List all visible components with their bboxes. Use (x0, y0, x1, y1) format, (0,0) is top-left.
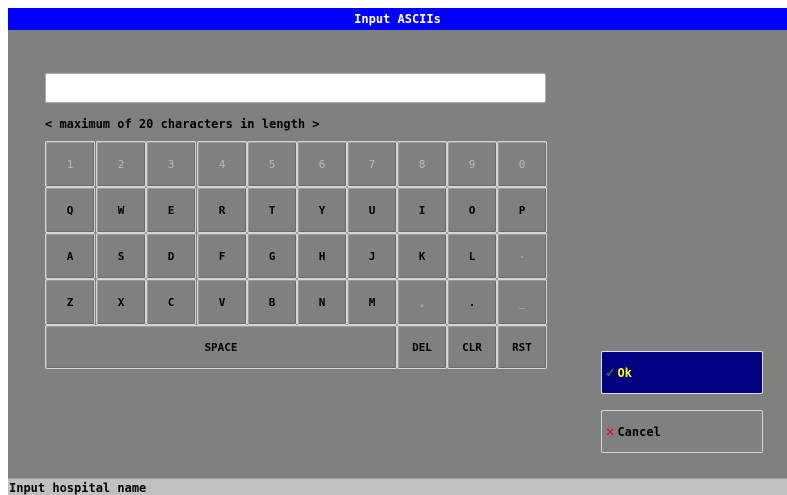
status-bar: Input hospital name (8, 478, 787, 495)
rst-key[interactable]: RST (497, 325, 547, 369)
cross-icon: ✕ (606, 423, 615, 440)
key-,[interactable]: , (397, 279, 447, 325)
key-V[interactable]: V (197, 279, 247, 325)
key-K[interactable]: K (397, 233, 447, 279)
checkmark-icon: ✓ (606, 364, 615, 381)
key-W[interactable]: W (96, 187, 146, 233)
cancel-button[interactable]: ✕ Cancel (601, 410, 763, 453)
key-6[interactable]: 6 (297, 141, 347, 187)
key-Q[interactable]: Q (45, 187, 95, 233)
key-M[interactable]: M (347, 279, 397, 325)
key-T[interactable]: T (247, 187, 297, 233)
key-E[interactable]: E (146, 187, 196, 233)
key-S[interactable]: S (96, 233, 146, 279)
key-X[interactable]: X (96, 279, 146, 325)
key-8[interactable]: 8 (397, 141, 447, 187)
key-O[interactable]: O (447, 187, 497, 233)
key-D[interactable]: D (146, 233, 196, 279)
ok-button[interactable]: ✓ Ok (601, 351, 763, 394)
key-1[interactable]: 1 (45, 141, 95, 187)
key-P[interactable]: P (497, 187, 547, 233)
length-hint: < maximum of 20 characters in length > (45, 117, 320, 131)
key-.[interactable]: . (447, 279, 497, 325)
dialog: Input ASCIIs < maximum of 20 characters … (8, 8, 787, 495)
key-5[interactable]: 5 (247, 141, 297, 187)
key-R[interactable]: R (197, 187, 247, 233)
cancel-label: Cancel (617, 424, 661, 439)
status-text: Input hospital name (9, 481, 147, 495)
key-Z[interactable]: Z (45, 279, 95, 325)
space-key[interactable]: SPACE (45, 325, 397, 369)
clr-key[interactable]: CLR (447, 325, 497, 369)
key-_[interactable]: _ (497, 279, 547, 325)
ok-label: Ok (617, 365, 632, 380)
key-3[interactable]: 3 (146, 141, 196, 187)
key-0[interactable]: 0 (497, 141, 547, 187)
key-L[interactable]: L (447, 233, 497, 279)
key-H[interactable]: H (297, 233, 347, 279)
key--[interactable]: - (497, 233, 547, 279)
text-input-field[interactable] (45, 73, 546, 103)
key-U[interactable]: U (347, 187, 397, 233)
del-key[interactable]: DEL (397, 325, 447, 369)
key-J[interactable]: J (347, 233, 397, 279)
key-A[interactable]: A (45, 233, 95, 279)
window-title: Input ASCIIs (8, 8, 787, 30)
key-9[interactable]: 9 (447, 141, 497, 187)
key-C[interactable]: C (146, 279, 196, 325)
key-G[interactable]: G (247, 233, 297, 279)
key-B[interactable]: B (247, 279, 297, 325)
key-4[interactable]: 4 (197, 141, 247, 187)
key-N[interactable]: N (297, 279, 347, 325)
key-2[interactable]: 2 (96, 141, 146, 187)
key-I[interactable]: I (397, 187, 447, 233)
key-Y[interactable]: Y (297, 187, 347, 233)
key-7[interactable]: 7 (347, 141, 397, 187)
key-F[interactable]: F (197, 233, 247, 279)
